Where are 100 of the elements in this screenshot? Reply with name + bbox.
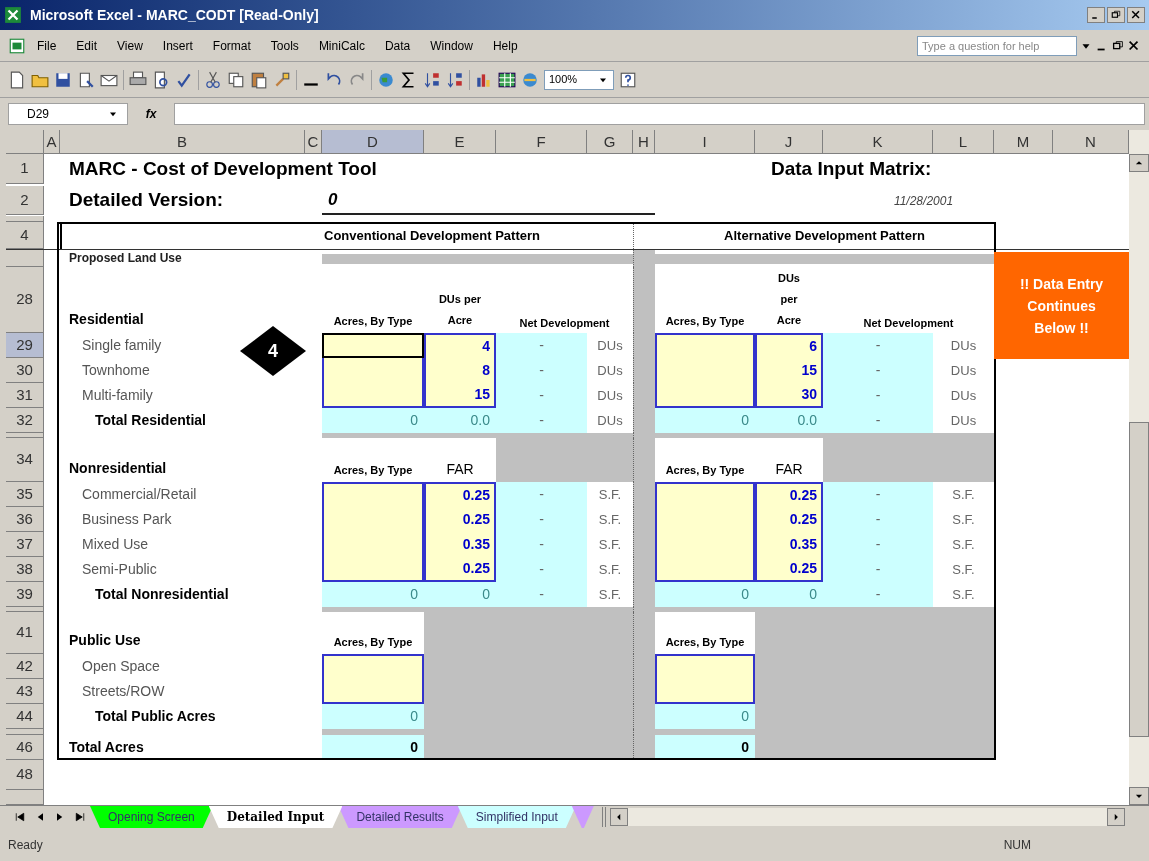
help-field[interactable]: Type a question for help <box>917 35 1077 56</box>
row-header[interactable]: 42 <box>6 654 44 679</box>
menu-item[interactable]: Data <box>375 36 420 55</box>
row-header[interactable] <box>6 433 44 438</box>
menu-item[interactable]: Help <box>483 36 527 55</box>
row-header[interactable]: 38 <box>6 557 44 582</box>
input-cell[interactable] <box>655 482 755 507</box>
input-cell[interactable] <box>322 482 424 507</box>
row-header[interactable]: 37 <box>6 532 44 557</box>
workbook-icon[interactable] <box>8 36 26 55</box>
row-header[interactable]: 46 <box>6 735 44 760</box>
input-cell[interactable]: 0.25 <box>755 507 823 532</box>
column-header[interactable]: A <box>44 130 60 154</box>
input-cell[interactable] <box>655 333 755 358</box>
column-header[interactable]: G <box>587 130 633 154</box>
row-header[interactable]: 30 <box>6 358 44 383</box>
menu-item[interactable]: Insert <box>153 36 202 55</box>
input-cell[interactable]: 0.25 <box>424 507 496 532</box>
input-cell[interactable]: 0.35 <box>424 532 496 557</box>
horizontal-scrollbar[interactable] <box>627 808 1107 826</box>
row-header[interactable]: 35 <box>6 482 44 507</box>
vertical-scrollbar[interactable] <box>1129 130 1149 805</box>
input-cell[interactable]: 0.35 <box>755 532 823 557</box>
column-header[interactable]: F <box>496 130 587 154</box>
input-cell[interactable]: 0.25 <box>755 557 823 582</box>
sheet-tab[interactable]: Opening Screen <box>90 806 213 828</box>
sort-descending-icon[interactable] <box>446 70 464 89</box>
input-cell[interactable]: 15 <box>424 383 496 408</box>
close-icon[interactable] <box>1127 38 1141 53</box>
row-header[interactable] <box>6 729 44 735</box>
input-cell[interactable] <box>655 654 755 679</box>
input-cell[interactable]: 0.25 <box>755 482 823 507</box>
menu-item[interactable]: View <box>108 36 152 55</box>
sheet-tab[interactable]: Simplified Input <box>457 806 576 828</box>
copy-icon[interactable] <box>227 70 245 89</box>
column-header[interactable]: D <box>322 130 424 154</box>
row-header[interactable]: 48 <box>6 760 44 790</box>
input-cell[interactable]: 30 <box>755 383 823 408</box>
input-cell[interactable] <box>655 679 755 704</box>
row-header[interactable]: 32 <box>6 408 44 433</box>
row-header[interactable]: 43 <box>6 679 44 704</box>
menu-item[interactable]: Tools <box>261 36 308 55</box>
row-header[interactable] <box>6 216 44 222</box>
menu-item[interactable]: MiniCalc <box>309 36 374 55</box>
row-header[interactable]: 36 <box>6 507 44 532</box>
row-header[interactable]: 2 <box>6 186 44 216</box>
column-header[interactable]: I <box>655 130 755 154</box>
row-header[interactable]: 41 <box>6 612 44 654</box>
new-document-icon[interactable] <box>8 70 26 89</box>
row-header[interactable]: 1 <box>6 154 44 185</box>
column-header[interactable]: H <box>633 130 655 154</box>
document-icon[interactable] <box>77 70 95 89</box>
save-icon[interactable] <box>54 70 72 89</box>
function-label[interactable]: fx <box>136 105 166 123</box>
column-header[interactable]: K <box>823 130 933 154</box>
input-cell[interactable]: 6 <box>755 333 823 358</box>
row-header[interactable]: 28 <box>6 267 44 333</box>
column-header[interactable]: N <box>1053 130 1129 154</box>
formula-field[interactable] <box>174 103 1145 125</box>
column-header[interactable]: M <box>994 130 1053 154</box>
paste-icon[interactable] <box>250 70 268 89</box>
scrollbar-thumb[interactable] <box>1129 422 1149 737</box>
row-header[interactable]: 4 <box>6 222 44 249</box>
input-cell[interactable] <box>322 679 424 704</box>
cut-icon[interactable] <box>204 70 222 89</box>
menu-item[interactable]: Format <box>203 36 260 55</box>
input-cell[interactable]: 0.25 <box>424 482 496 507</box>
sheet-tab[interactable]: Detailed Results <box>338 806 462 828</box>
column-header[interactable]: B <box>60 130 305 154</box>
input-cell[interactable]: 8 <box>424 358 496 383</box>
column-header[interactable]: C <box>305 130 322 154</box>
column-header[interactable]: J <box>755 130 823 154</box>
row-header[interactable] <box>6 250 44 267</box>
input-cell[interactable] <box>322 333 424 358</box>
spreadsheet-icon[interactable] <box>4 6 22 24</box>
input-cell[interactable]: 15 <box>755 358 823 383</box>
brush-icon[interactable] <box>273 70 291 89</box>
input-cell[interactable]: 0.25 <box>424 557 496 582</box>
input-cell[interactable]: 4 <box>424 333 496 358</box>
row-header[interactable] <box>6 790 44 805</box>
input-cell[interactable] <box>322 358 424 383</box>
sort-ascending-icon[interactable] <box>423 70 441 89</box>
menu-item[interactable]: File <box>28 36 66 55</box>
row-header[interactable]: 29 <box>6 333 44 358</box>
input-cell[interactable] <box>322 383 424 408</box>
zoom-field[interactable]: 100% <box>544 69 614 90</box>
row-header[interactable]: 44 <box>6 704 44 729</box>
menu-item[interactable]: Edit <box>67 36 107 55</box>
help-icon[interactable] <box>619 70 637 89</box>
column-header[interactable]: E <box>424 130 496 154</box>
column-header[interactable]: L <box>933 130 994 154</box>
grid-icon[interactable] <box>498 70 516 89</box>
input-cell[interactable] <box>322 654 424 679</box>
input-cell[interactable] <box>655 557 755 582</box>
row-header[interactable]: 39 <box>6 582 44 607</box>
input-cell[interactable] <box>322 557 424 582</box>
print-preview-icon[interactable] <box>152 70 170 89</box>
name-box[interactable]: D29 <box>8 103 128 125</box>
row-header[interactable]: 34 <box>6 438 44 482</box>
row-header[interactable]: 31 <box>6 383 44 408</box>
